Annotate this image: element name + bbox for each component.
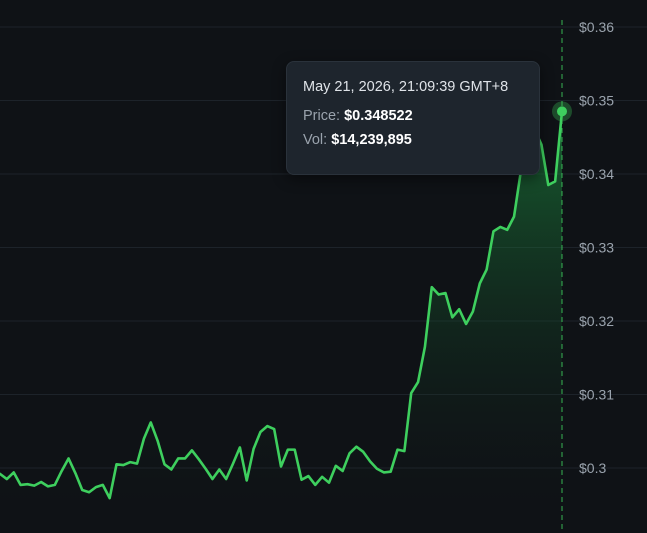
tooltip-price-value: $0.348522 (344, 108, 413, 124)
y-tick-label: $0.35 (579, 93, 614, 109)
y-tick-label: $0.31 (579, 387, 614, 403)
tooltip-vol-value: $14,239,895 (331, 132, 412, 148)
tooltip-vol-label: Vol: (303, 132, 328, 148)
y-tick-label: $0.33 (579, 240, 614, 256)
y-tick-label: $0.36 (579, 19, 614, 35)
y-tick-label: $0.34 (579, 166, 614, 182)
y-axis-labels: $0.3 $0.31 $0.32 $0.33 $0.34 $0.35 $0.36 (579, 19, 614, 476)
y-tick-label: $0.3 (579, 460, 606, 476)
tooltip-price-label: Price: (303, 108, 341, 124)
price-tooltip: May 21, 2026, 21:09:39 GMT+8 Price: $0.3… (286, 61, 540, 175)
tooltip-date: May 21, 2026, 21:09:39 GMT+8 (303, 79, 509, 95)
tooltip-price-row: Price: $0.348522 (303, 108, 523, 124)
hover-marker-layer (552, 101, 572, 122)
hover-marker-point (557, 106, 567, 117)
y-tick-label: $0.32 (579, 313, 614, 329)
tooltip-vol-row: Vol: $14,239,895 (303, 132, 523, 148)
